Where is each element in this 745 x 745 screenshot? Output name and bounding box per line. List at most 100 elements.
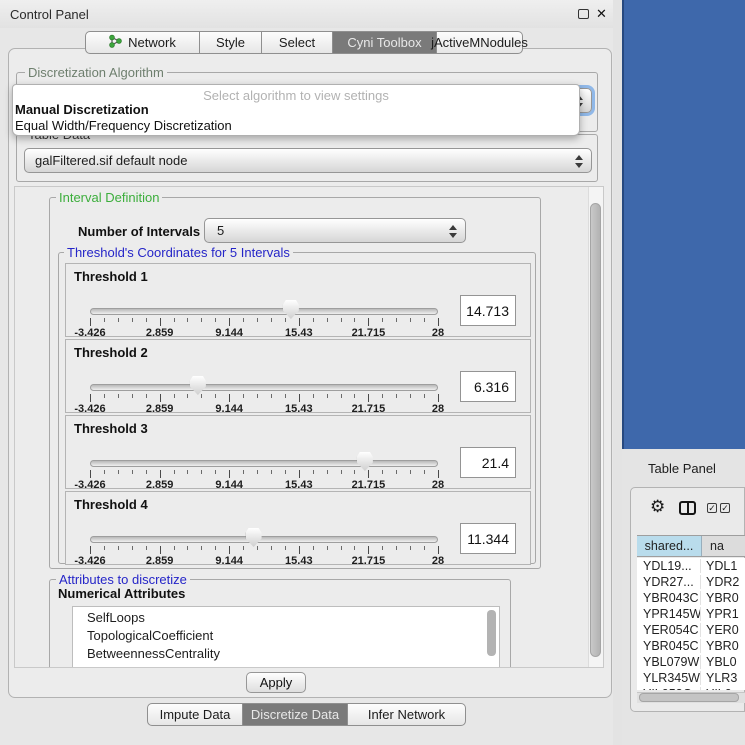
cell-shared-name[interactable]: YER054C (637, 623, 701, 637)
cell-name[interactable]: YDL1 (701, 559, 745, 573)
tick-mark (132, 318, 133, 322)
tick-mark (215, 470, 216, 474)
threshold-value-field[interactable]: 11.344 (460, 523, 516, 554)
threshold-label: Threshold 3 (74, 421, 148, 436)
checkbox-icon[interactable]: ✓ (720, 503, 730, 513)
cell-name[interactable]: YIL0 (701, 687, 745, 690)
threshold-label: Threshold 1 (74, 269, 148, 284)
tab-select[interactable]: Select (262, 31, 333, 54)
threshold-label: Threshold 4 (74, 497, 148, 512)
cell-shared-name[interactable]: YBR043C (637, 591, 701, 605)
table-row[interactable]: YER054CYER0 (637, 622, 745, 638)
tick-mark (104, 546, 105, 550)
cell-name[interactable]: YER0 (701, 623, 745, 637)
tab-style[interactable]: Style (200, 31, 262, 54)
tick-mark (285, 318, 286, 322)
group-title: Interval Definition (56, 191, 162, 204)
close-icon[interactable]: ✕ (596, 6, 607, 22)
cell-name[interactable]: YDR2 (701, 575, 745, 589)
table-row[interactable]: YBR043CYBR0 (637, 590, 745, 606)
dropdown-option-equal-width-frequency[interactable]: Equal Width/Frequency Discretization (15, 118, 232, 133)
cell-name[interactable]: YBR0 (701, 591, 745, 605)
tick-label: 15.43 (285, 327, 313, 339)
tick-mark (382, 470, 383, 474)
tick-mark (215, 546, 216, 550)
cell-shared-name[interactable]: YIL052C (637, 687, 701, 690)
cell-shared-name[interactable]: YBL079W (637, 655, 701, 669)
tick-label: 2.859 (146, 403, 174, 415)
threshold-2-block: Threshold 2 -3.4262.8599.14415.4321.7152… (65, 339, 531, 413)
tick-mark (215, 318, 216, 322)
list-scrollbar[interactable] (487, 610, 496, 656)
dropdown-option-manual-discretization[interactable]: Manual Discretization (15, 102, 149, 117)
threshold-slider-thumb[interactable] (190, 376, 206, 395)
cell-name[interactable]: YLR3 (701, 671, 745, 685)
panel-divider[interactable] (613, 0, 622, 745)
threshold-slider-thumb[interactable] (283, 300, 299, 319)
column-header-shared[interactable]: shared... (637, 536, 702, 556)
settings-scroll-viewport: Interval Definition Number of Intervals … (14, 186, 604, 668)
number-of-intervals-combobox[interactable]: 5 (204, 218, 466, 243)
apply-button[interactable]: Apply (246, 672, 306, 693)
threshold-slider-thumb[interactable] (357, 452, 373, 471)
tab-discretize-data[interactable]: Discretize Data (243, 703, 348, 726)
tick-mark (104, 470, 105, 474)
tick-mark (313, 318, 314, 322)
tick-mark (410, 318, 411, 322)
panel-scrollbar-thumb[interactable] (590, 203, 601, 657)
table-row[interactable]: YDL19...YDL1 (637, 558, 745, 574)
checkbox-icon[interactable]: ✓ (707, 503, 717, 513)
tick-mark (327, 546, 328, 550)
gear-icon[interactable]: ⚙ (650, 498, 665, 515)
threshold-value-field[interactable]: 6.316 (460, 371, 516, 402)
tick-mark (424, 546, 425, 550)
table-data-combobox[interactable]: galFiltered.sif default node (24, 148, 592, 173)
threshold-slider-track[interactable] (90, 536, 438, 543)
column-header-name[interactable]: na (702, 536, 745, 556)
float-window-icon[interactable] (578, 9, 589, 19)
tick-mark (368, 318, 369, 326)
threshold-value-field[interactable]: 14.713 (460, 295, 516, 326)
threshold-slider-track[interactable] (90, 384, 438, 391)
cell-name[interactable]: YBR0 (701, 639, 745, 653)
table-row[interactable]: YBR045CYBR0 (637, 638, 745, 654)
group-title: Discretization Algorithm (25, 66, 167, 79)
column-layout-icon[interactable] (679, 501, 696, 515)
tick-mark (160, 470, 161, 478)
cell-shared-name[interactable]: YLR345W (637, 671, 701, 685)
list-item[interactable]: BetweennessCentrality (87, 646, 220, 661)
tick-mark (243, 394, 244, 398)
threshold-value-field[interactable]: 21.4 (460, 447, 516, 478)
cell-shared-name[interactable]: YDR27... (637, 575, 701, 589)
cell-name[interactable]: YBL0 (701, 655, 745, 669)
tab-cyni-toolbox[interactable]: Cyni Toolbox (333, 31, 437, 54)
tab-impute-data[interactable]: Impute Data (147, 703, 243, 726)
tick-mark (396, 546, 397, 550)
table-row[interactable]: YIL052CYIL0 (637, 686, 745, 690)
table-row[interactable]: YPR145WYPR1 (637, 606, 745, 622)
list-item[interactable]: TopologicalCoefficient (87, 628, 213, 643)
threshold-slider-track[interactable] (90, 308, 438, 315)
cell-shared-name[interactable]: YPR145W (637, 607, 701, 621)
cell-name[interactable]: YPR1 (701, 607, 745, 621)
tab-jactivemnodules[interactable]: jActiveMNodules (437, 31, 523, 54)
tab-infer-network[interactable]: Infer Network (348, 703, 466, 726)
table-row[interactable]: YBL079WYBL0 (637, 654, 745, 670)
tick-mark (146, 546, 147, 550)
table-body: YDL19...YDL1YDR27...YDR2YBR043CYBR0YPR14… (637, 558, 745, 690)
table-row[interactable]: YLR345WYLR3 (637, 670, 745, 686)
table-row[interactable]: YDR27...YDR2 (637, 574, 745, 590)
numerical-attributes-list[interactable]: SelfLoops TopologicalCoefficient Between… (72, 606, 500, 668)
list-item[interactable]: SelfLoops (87, 610, 145, 625)
cell-shared-name[interactable]: YBR045C (637, 639, 701, 653)
tick-mark (243, 318, 244, 322)
table-hscrollbar-thumb[interactable] (639, 693, 739, 702)
threshold-slider-track[interactable] (90, 460, 438, 467)
tick-mark (229, 470, 230, 478)
cell-shared-name[interactable]: YDL19... (637, 559, 701, 573)
tick-mark (174, 318, 175, 322)
tick-mark (285, 394, 286, 398)
tick-label: 9.144 (215, 479, 243, 491)
tab-network[interactable]: Network (85, 31, 200, 54)
threshold-slider-thumb[interactable] (246, 528, 262, 547)
